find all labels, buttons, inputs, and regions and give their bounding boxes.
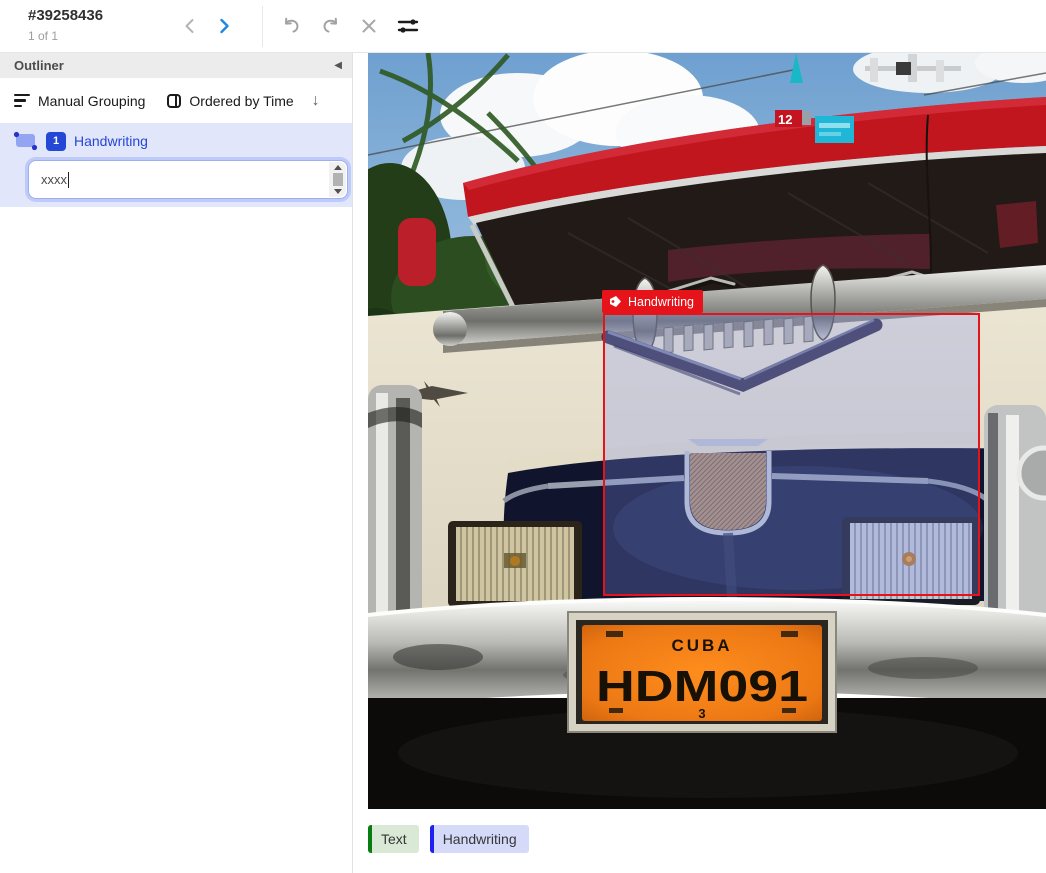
input-scrollbar[interactable] (329, 162, 346, 197)
label-chooser: Text Handwriting (368, 825, 529, 853)
reject-button[interactable] (354, 11, 384, 41)
outliner-title: Outliner (14, 58, 334, 73)
outliner-panel: Outliner ◀ Manual Grouping Ordered by Ti… (0, 53, 353, 873)
svg-text:12: 12 (778, 112, 792, 127)
region-list-item[interactable]: 1 Handwriting (0, 123, 352, 159)
region-text-value: xxxx (41, 172, 67, 187)
task-image[interactable]: 12 (368, 53, 1046, 809)
ordering-label: Ordered by Time (189, 93, 293, 109)
next-task-button[interactable] (210, 12, 238, 40)
undo-icon (280, 15, 302, 37)
plate-suffix: 3 (698, 706, 705, 721)
taxi-card (815, 116, 854, 143)
red-mirror (398, 218, 436, 286)
outliner-toolbar: Manual Grouping Ordered by Time ↓ (0, 78, 352, 123)
license-plate: CUBA HDM091 3 (568, 612, 836, 732)
region-text-input[interactable]: xxxx (28, 160, 348, 199)
prev-task-button[interactable] (176, 12, 204, 40)
chevron-right-icon (214, 16, 234, 36)
sliders-icon (396, 14, 420, 38)
redo-icon (320, 15, 342, 37)
ordering-selector[interactable]: Ordered by Time (167, 93, 293, 109)
left-fog-light (448, 521, 582, 607)
collapse-panel-icon[interactable]: ◀ (334, 61, 342, 71)
bounding-box-icon (12, 130, 38, 152)
selected-region-block: 1 Handwriting xxxx (0, 123, 352, 207)
scroll-up-icon[interactable] (334, 165, 342, 170)
ordering-icon (167, 94, 181, 108)
region-bounding-box[interactable] (603, 313, 980, 596)
annotation-canvas: 12 (354, 53, 1046, 873)
grouping-selector[interactable]: Manual Grouping (14, 93, 145, 109)
chevron-left-icon (180, 16, 200, 36)
undo-button[interactable] (276, 11, 306, 41)
outliner-header: Outliner ◀ (0, 53, 352, 78)
scroll-down-icon[interactable] (334, 189, 342, 194)
view-settings-button[interactable] (393, 11, 423, 41)
close-icon (359, 16, 379, 36)
grouping-icon (14, 94, 30, 108)
region-tag[interactable]: Handwriting (602, 290, 703, 313)
tag-icon (609, 295, 622, 308)
headlight-ring (1019, 448, 1046, 498)
label-chip-label: Text (372, 831, 419, 847)
task-pagination: 1 of 1 (28, 29, 58, 43)
plate-number: HDM091 (596, 662, 808, 711)
sort-direction-icon[interactable]: ↓ (312, 92, 320, 110)
label-chip-text[interactable]: Text (368, 825, 419, 853)
scroll-thumb[interactable] (333, 173, 343, 186)
toolbar-divider (262, 6, 263, 47)
grouping-label: Manual Grouping (38, 93, 145, 109)
label-chip-handwriting[interactable]: Handwriting (430, 825, 529, 853)
region-count-badge: 1 (46, 132, 66, 151)
redo-button[interactable] (316, 11, 346, 41)
top-toolbar: #39258436 1 of 1 (0, 0, 1046, 53)
label-chip-label: Handwriting (434, 831, 529, 847)
text-caret (68, 172, 69, 188)
plate-country: CUBA (671, 636, 732, 655)
region-tag-label: Handwriting (628, 295, 694, 309)
task-id: #39258436 (28, 7, 103, 24)
region-label: Handwriting (74, 133, 148, 149)
